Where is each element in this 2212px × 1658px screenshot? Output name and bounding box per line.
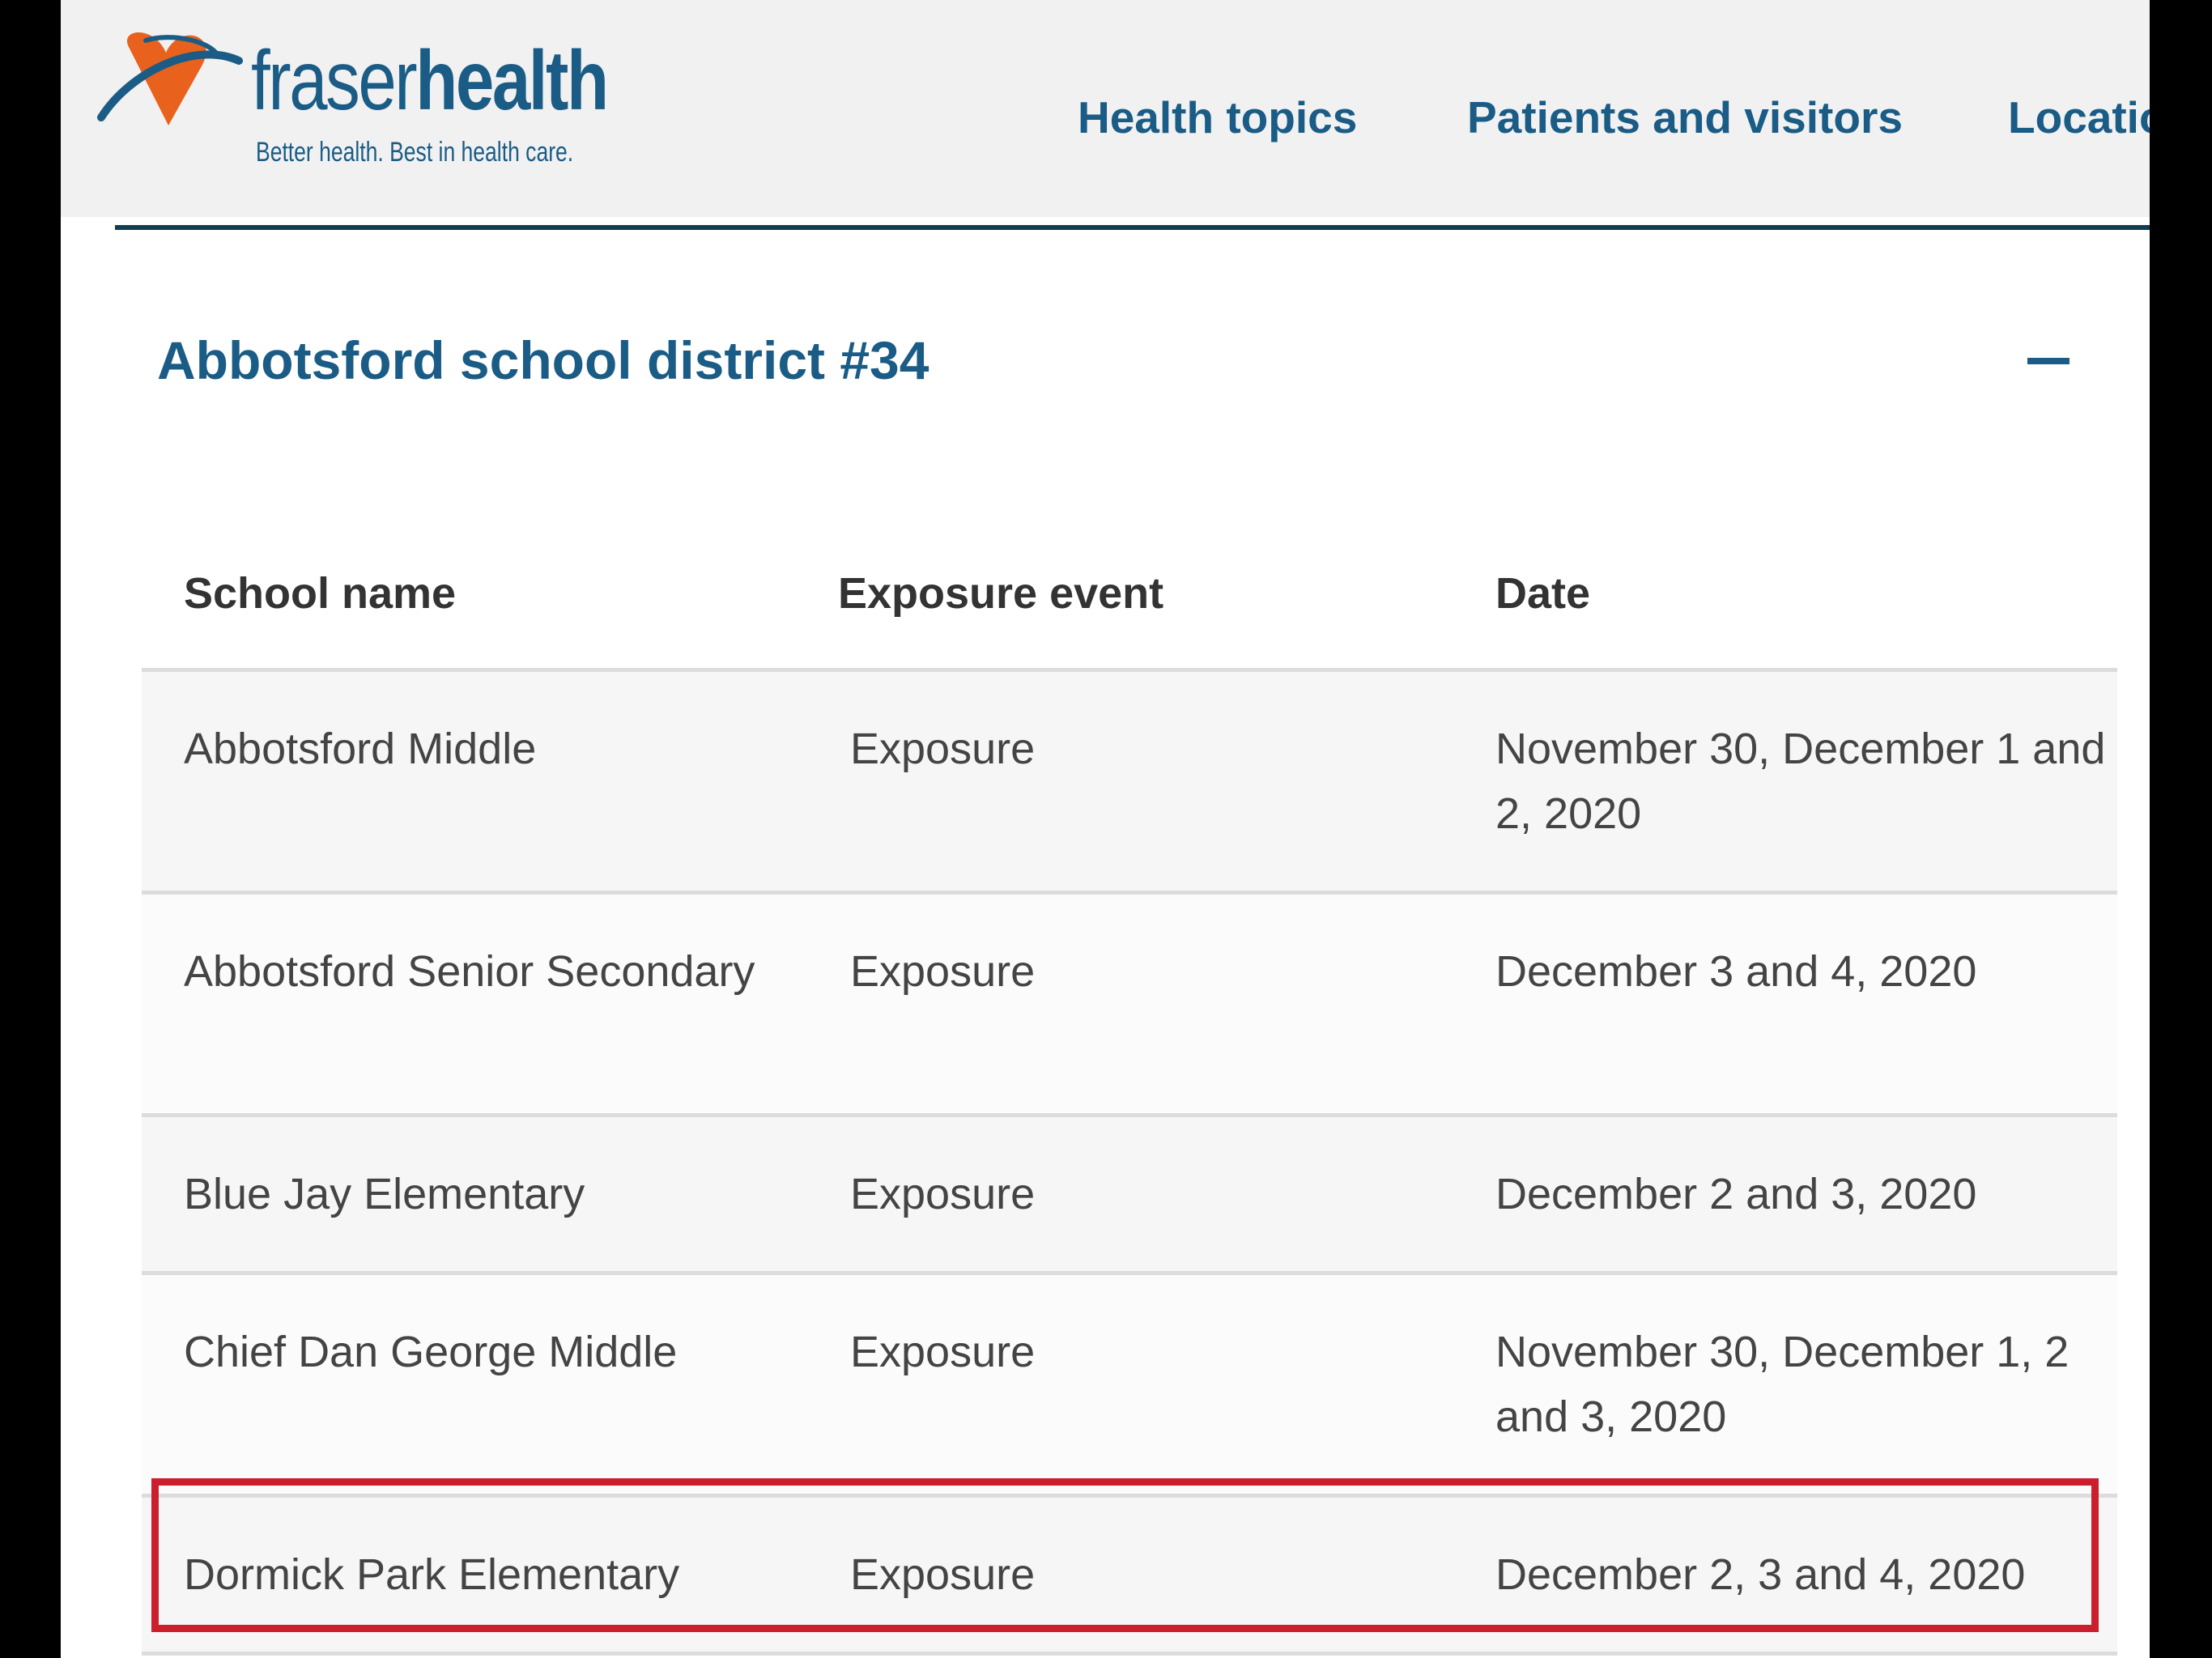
- exposure-event-cell: Exposure: [850, 947, 1036, 996]
- exposure-table: School name Exposure event Date Abbotsfo…: [142, 534, 2117, 1656]
- table-row: Abbotsford Senior Secondary Exposure Dec…: [142, 895, 2117, 1117]
- table-header-row: School name Exposure event Date: [142, 534, 2117, 672]
- school-name-cell: Chief Dan George Middle: [184, 1328, 678, 1376]
- exposure-event-cell: Exposure: [850, 725, 1036, 773]
- school-name-cell: Dormick Park Elementary: [184, 1550, 680, 1599]
- minus-icon[interactable]: [2024, 332, 2081, 389]
- logo-tagline: Better health. Best in health care.: [256, 137, 574, 168]
- date-cell: December 3 and 4, 2020: [1495, 947, 1977, 996]
- school-name-cell: Abbotsford Senior Secondary: [184, 947, 755, 996]
- nav-health-topics[interactable]: Health topics: [1078, 89, 1357, 146]
- logo-wordmark: fraserhealth: [251, 34, 609, 128]
- exposure-event-cell: Exposure: [850, 1328, 1036, 1376]
- date-cell: December 2, 3 and 4, 2020: [1495, 1550, 2026, 1599]
- nav-locations[interactable]: Locatio: [2008, 89, 2150, 146]
- table-row: Dormick Park Elementary Exposure Decembe…: [142, 1498, 2117, 1656]
- fraserhealth-logo[interactable]: fraserhealth Better health. Best in heal…: [97, 24, 615, 178]
- date-cell: December 2 and 3, 2020: [1495, 1170, 1977, 1218]
- page: fraserhealth Better health. Best in heal…: [61, 0, 2150, 1658]
- column-header-school-name: School name: [184, 569, 457, 618]
- site-header: fraserhealth Better health. Best in heal…: [61, 0, 2150, 217]
- header-divider: [115, 225, 2150, 230]
- school-name-cell: Blue Jay Elementary: [184, 1170, 585, 1218]
- date-cell: November 30, December 1, 2 and 3, 2020: [1495, 1328, 2069, 1441]
- nav-patients-and-visitors[interactable]: Patients and visitors: [1467, 89, 1903, 146]
- column-header-date: Date: [1495, 569, 1591, 618]
- column-header-exposure-event: Exposure event: [838, 569, 1164, 618]
- heart-swoosh-icon: [97, 32, 243, 125]
- exposure-event-cell: Exposure: [850, 1170, 1036, 1218]
- date-cell: November 30, December 1 and 2, 2020: [1495, 725, 2106, 838]
- exposure-event-cell: Exposure: [850, 1550, 1036, 1599]
- school-name-cell: Abbotsford Middle: [184, 725, 537, 773]
- table-row: Abbotsford Middle Exposure November 30, …: [142, 672, 2117, 895]
- accordion-title[interactable]: Abbotsford school district #34: [157, 324, 929, 397]
- table-row: Chief Dan George Middle Exposure Novembe…: [142, 1275, 2117, 1498]
- table-row: Blue Jay Elementary Exposure December 2 …: [142, 1117, 2117, 1275]
